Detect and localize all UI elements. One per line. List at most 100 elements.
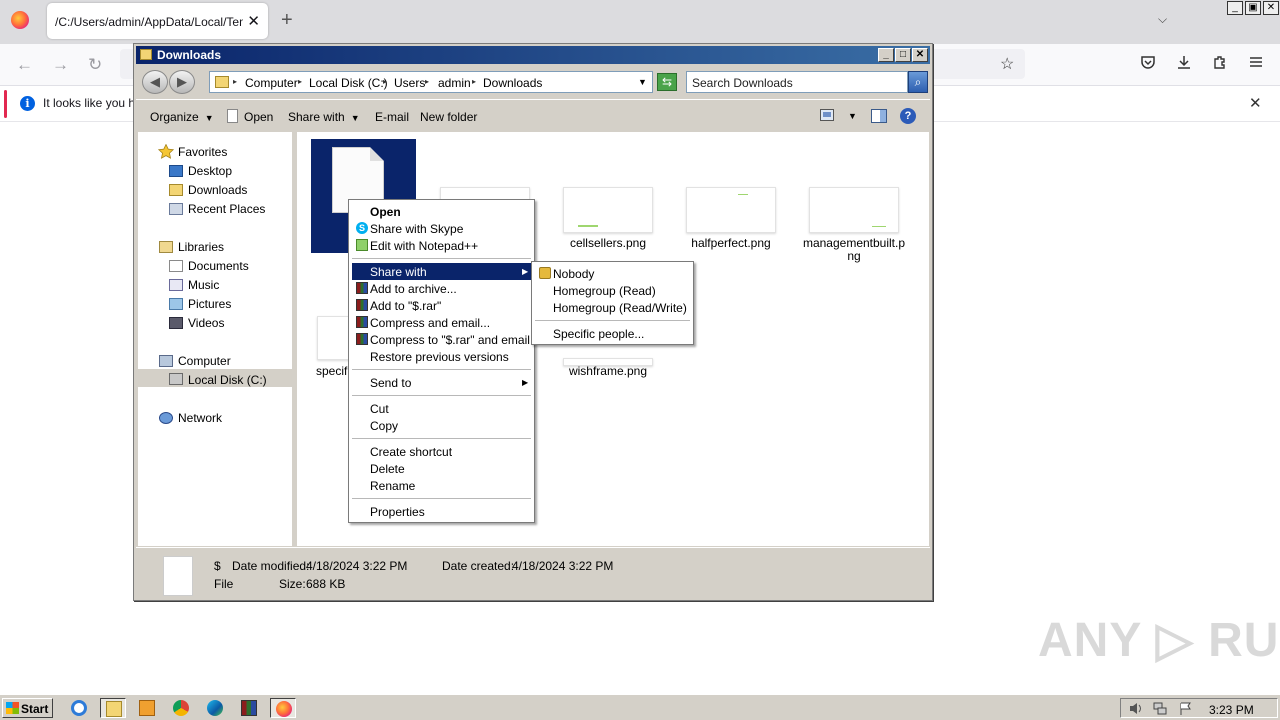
change-view-icon[interactable] <box>820 109 834 124</box>
menu-item-share-with[interactable]: Share with ▶ <box>352 263 531 280</box>
network-status-icon[interactable] <box>1153 702 1167 715</box>
menu-item-create-shortcut[interactable]: Create shortcut <box>352 443 531 460</box>
taskbar-explorer-active[interactable] <box>100 698 126 718</box>
menu-item-open[interactable]: Open <box>352 203 531 220</box>
file-label-wishframe[interactable]: wishframe.png <box>551 365 665 378</box>
back-button[interactable]: ← <box>16 55 33 75</box>
breadcrumb-local-disk[interactable]: Local Disk (C:) <box>309 76 388 90</box>
restore-button[interactable]: ▣ <box>1245 1 1261 15</box>
breadcrumb-downloads[interactable]: Downloads <box>483 76 542 90</box>
preview-pane-icon[interactable] <box>871 109 887 126</box>
close-button[interactable]: ✕ <box>912 48 928 62</box>
menu-item-rename[interactable]: Rename <box>352 477 531 494</box>
menu-item-compress-rar-email[interactable]: Compress to "$.rar" and email <box>352 331 531 348</box>
desktop-icon <box>169 165 183 177</box>
nav-computer[interactable]: Computer <box>178 354 231 368</box>
downloads-icon[interactable] <box>1176 54 1192 74</box>
breadcrumb-admin[interactable]: admin <box>438 76 471 90</box>
file-label-halfperfect[interactable]: halfperfect.png <box>674 237 788 250</box>
nav-documents[interactable]: Documents <box>188 259 249 273</box>
view-options-chevron-icon[interactable]: ▼ <box>848 111 857 121</box>
taskbar-firefox[interactable] <box>270 698 296 718</box>
forward-button[interactable]: → <box>52 55 69 75</box>
browser-tab[interactable]: /C:/Users/admin/AppData/Local/Temp/f ✕ <box>47 3 268 39</box>
menu-item-edit-notepad[interactable]: Edit with Notepad++ <box>352 237 531 254</box>
volume-icon[interactable] <box>1129 702 1143 715</box>
email-button[interactable]: E-mail <box>375 110 409 124</box>
details-size-label: Size: <box>279 577 306 591</box>
nav-network[interactable]: Network <box>178 411 222 425</box>
new-tab-button[interactable]: + <box>281 9 293 32</box>
refresh-button[interactable]: ⇆ <box>657 73 677 91</box>
menu-item-restore-versions[interactable]: Restore previous versions <box>352 348 531 365</box>
close-button[interactable]: ✕ <box>1263 1 1279 15</box>
nav-desktop[interactable]: Desktop <box>188 164 232 178</box>
file-thumbnail-managementbuilt[interactable] <box>809 187 899 233</box>
nav-pictures[interactable]: Pictures <box>188 297 231 311</box>
menu-item-share-skype[interactable]: S Share with Skype <box>352 220 531 237</box>
forward-button[interactable]: ▶ <box>169 70 195 94</box>
breadcrumb-users[interactable]: Users <box>394 76 425 90</box>
start-button[interactable]: Start <box>2 698 53 718</box>
file-label-line-1: managementbuilt.p <box>802 236 906 250</box>
open-button[interactable]: Open <box>244 110 273 124</box>
reload-button[interactable]: ↻ <box>88 55 102 75</box>
submenu-item-homegroup-readwrite[interactable]: Homegroup (Read/Write) <box>535 299 690 316</box>
menu-icon[interactable] <box>1248 54 1264 74</box>
menu-item-add-archive[interactable]: Add to archive... <box>352 280 531 297</box>
breadcrumb-separator: ▸ <box>472 77 477 86</box>
menu-item-cut[interactable]: Cut <box>352 400 531 417</box>
action-center-flag-icon[interactable] <box>1179 702 1193 715</box>
nav-local-disk[interactable]: Local Disk (C:) <box>188 373 267 387</box>
submenu-item-specific-people[interactable]: Specific people... <box>535 325 690 342</box>
chevron-down-icon: ▼ <box>204 113 214 123</box>
nav-downloads[interactable]: Downloads <box>188 183 247 197</box>
address-dropdown-icon[interactable]: ▼ <box>638 77 647 87</box>
menu-item-delete[interactable]: Delete <box>352 460 531 477</box>
taskbar-internet-explorer[interactable] <box>66 698 92 718</box>
extensions-icon[interactable] <box>1212 54 1228 74</box>
notification-close-icon[interactable]: ✕ <box>1249 94 1262 112</box>
file-thumbnail-cellsellers[interactable] <box>563 187 653 233</box>
menu-item-send-to[interactable]: Send to ▶ <box>352 374 531 391</box>
file-thumbnail-halfperfect[interactable] <box>686 187 776 233</box>
file-label-managementbuilt[interactable]: managementbuilt.p ng <box>797 237 911 263</box>
maximize-button[interactable]: □ <box>895 48 911 62</box>
submenu-item-homegroup-read[interactable]: Homegroup (Read) <box>535 282 690 299</box>
help-icon[interactable]: ? <box>900 108 916 124</box>
submenu-item-nobody[interactable]: Nobody <box>535 265 690 282</box>
nav-libraries[interactable]: Libraries <box>178 240 224 254</box>
search-input[interactable]: Search Downloads <box>686 71 908 93</box>
share-with-button[interactable]: Share with ▼ <box>288 110 360 124</box>
nav-music[interactable]: Music <box>188 278 219 292</box>
menu-item-add-rar[interactable]: Add to "$.rar" <box>352 297 531 314</box>
bookmark-star-icon[interactable]: ☆ <box>1000 54 1014 74</box>
address-bar[interactable]: ▸ Computer ▸ Local Disk (C:) ▸ Users ▸ a… <box>209 71 653 93</box>
new-folder-button[interactable]: New folder <box>420 110 477 124</box>
nav-recent-places[interactable]: Recent Places <box>188 202 265 216</box>
taskbar-chrome[interactable] <box>168 698 194 718</box>
explorer-title-bar[interactable]: Downloads _ □ ✕ <box>136 46 930 64</box>
breadcrumb-computer[interactable]: Computer <box>245 76 298 90</box>
nav-videos[interactable]: Videos <box>188 316 224 330</box>
file-thumbnail-specific[interactable] <box>317 316 351 360</box>
minimize-button[interactable]: _ <box>1227 1 1243 15</box>
taskbar-media-player[interactable] <box>134 698 160 718</box>
start-label: Start <box>21 702 49 716</box>
organize-button[interactable]: Organize ▼ <box>150 110 214 124</box>
pocket-icon[interactable] <box>1140 54 1156 74</box>
taskbar-edge[interactable] <box>202 698 228 718</box>
menu-item-properties[interactable]: Properties <box>352 503 531 520</box>
taskbar-winrar[interactable] <box>236 698 262 718</box>
file-label-cellsellers[interactable]: cellsellers.png <box>551 237 665 250</box>
menu-label: Specific people... <box>553 327 645 341</box>
info-icon: i <box>20 96 35 111</box>
back-button[interactable]: ◀ <box>142 70 168 94</box>
menu-item-compress-email[interactable]: Compress and email... <box>352 314 531 331</box>
tab-list-chevron-icon[interactable]: ⌵ <box>1158 12 1167 27</box>
search-icon[interactable]: ⌕ <box>908 71 928 93</box>
nav-favorites[interactable]: Favorites <box>178 145 227 159</box>
tab-close-icon[interactable]: ✕ <box>247 12 260 30</box>
menu-item-copy[interactable]: Copy <box>352 417 531 434</box>
minimize-button[interactable]: _ <box>878 48 894 62</box>
